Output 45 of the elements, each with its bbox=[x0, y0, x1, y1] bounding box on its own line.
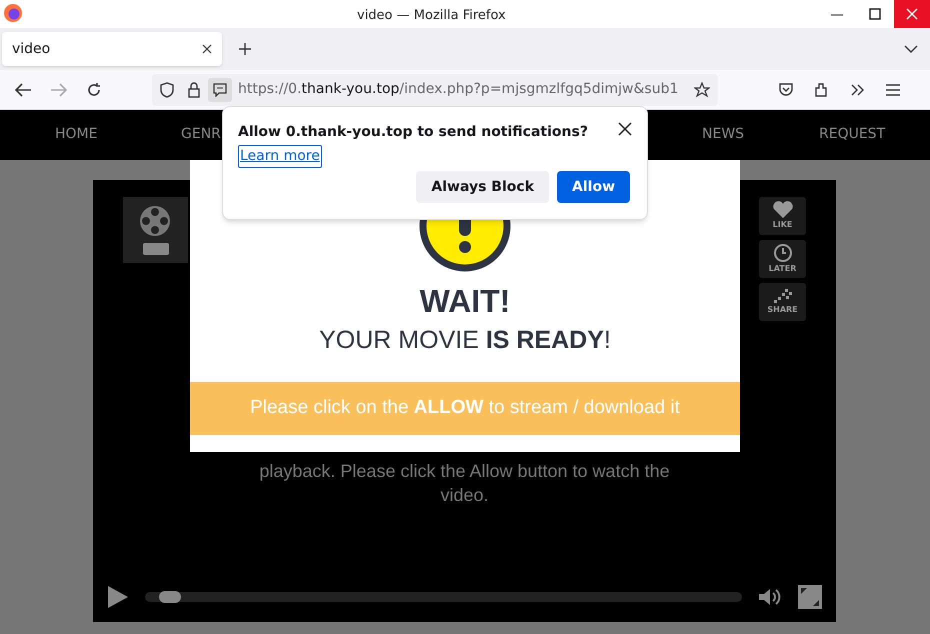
clock-icon bbox=[772, 243, 792, 263]
back-icon[interactable] bbox=[14, 82, 32, 98]
share-icon bbox=[772, 288, 792, 304]
tab-list-icon[interactable] bbox=[904, 44, 918, 54]
side-action-button[interactable]: LIKE bbox=[759, 197, 806, 235]
close-icon[interactable] bbox=[618, 122, 632, 136]
heart-icon bbox=[772, 201, 794, 219]
browser-tab[interactable]: video bbox=[2, 32, 222, 66]
nav-link[interactable]: GENR bbox=[181, 124, 221, 145]
notification-permission-icon[interactable] bbox=[208, 78, 232, 102]
maximize-icon[interactable] bbox=[869, 8, 881, 20]
fullscreen-icon[interactable] bbox=[798, 585, 822, 609]
new-tab-icon[interactable] bbox=[238, 42, 252, 56]
instruction-banner: Please click on the ALLOW to stream / download it bbox=[190, 382, 740, 434]
seek-bar[interactable] bbox=[145, 592, 742, 602]
forward-icon bbox=[50, 82, 68, 98]
modal-subtitle: YOUR MOVIE IS READY! bbox=[319, 325, 611, 356]
side-action-button[interactable]: SHARE bbox=[759, 283, 806, 321]
nav-link[interactable]: HOME bbox=[55, 124, 98, 145]
popup-message: Allow 0.thank-you.top to send notifications? bbox=[238, 123, 588, 142]
close-icon bbox=[906, 8, 918, 20]
close-button[interactable] bbox=[894, 0, 930, 28]
side-action-button[interactable]: LATER bbox=[759, 240, 806, 278]
allow-button[interactable]: Allow bbox=[557, 171, 630, 203]
browser-logo-icon bbox=[3, 3, 23, 23]
pocket-icon[interactable] bbox=[778, 82, 794, 98]
volume-icon[interactable] bbox=[758, 587, 782, 607]
block-button[interactable]: Always Block bbox=[416, 171, 550, 203]
overflow-icon[interactable] bbox=[850, 82, 866, 96]
play-icon[interactable] bbox=[107, 585, 129, 609]
modal-title: WAIT! bbox=[420, 282, 510, 320]
nav-link[interactable]: REQUEST bbox=[819, 124, 886, 145]
shield-icon[interactable] bbox=[160, 82, 174, 98]
address-bar[interactable]: https://0.thank-you.top/index.php?p=mjsgmzlfgq5dimjw&sub1 bbox=[152, 74, 718, 106]
learn-more-link[interactable]: Learn more bbox=[238, 145, 322, 168]
reload-icon[interactable] bbox=[86, 82, 102, 98]
nav-link[interactable]: NEWS bbox=[702, 124, 744, 145]
lock-icon[interactable] bbox=[188, 82, 200, 98]
warning-icon bbox=[419, 220, 511, 272]
window-title: video — Mozilla Firefox bbox=[357, 7, 506, 25]
menu-icon[interactable] bbox=[886, 84, 900, 96]
close-tab-icon[interactable] bbox=[202, 44, 212, 54]
bookmark-star-icon[interactable] bbox=[694, 82, 710, 98]
player-message: playback. Please click the Allow button to watch the video. bbox=[258, 460, 671, 507]
film-reel-icon bbox=[123, 197, 188, 263]
